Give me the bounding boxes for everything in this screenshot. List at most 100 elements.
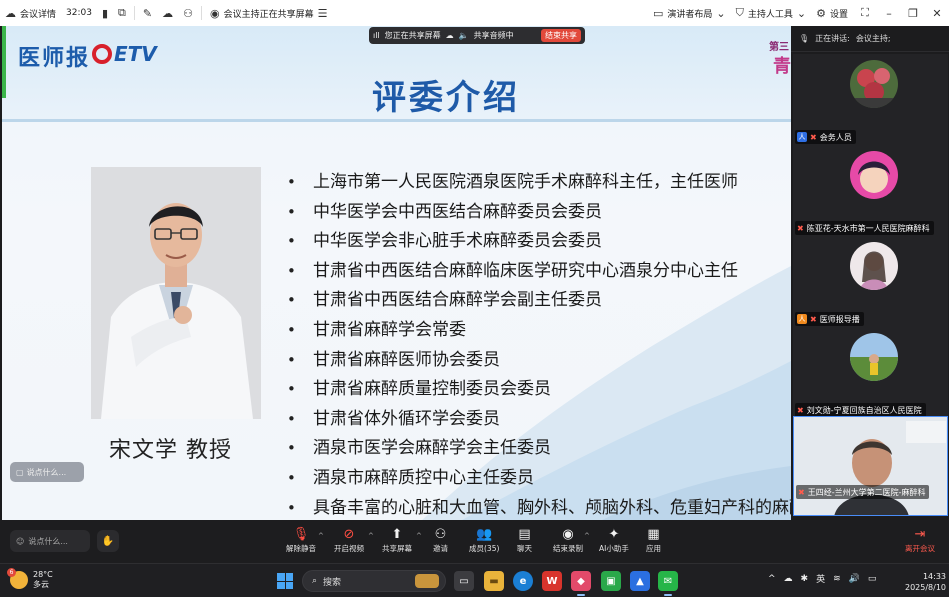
taskbar-search[interactable]: ⌕ 搜索 <box>302 570 446 592</box>
participant-label: 人 ✖ 医师报导播 <box>795 312 864 326</box>
fullscreen-icon[interactable]: ⛶ <box>853 6 877 20</box>
screen-share-bar: ıll 您正在共享屏幕 ☁ 🔈 共享音频中 结束共享 <box>369 27 585 44</box>
settings-label: 设置 <box>829 9 848 20</box>
apps-button[interactable]: ▦ 应用 <box>646 526 661 554</box>
meeting-duration: 32:03 <box>66 8 92 18</box>
battery-icon[interactable]: ▭ <box>868 574 877 584</box>
participant-tile[interactable]: 人 ✖ 会务人员 <box>793 54 948 146</box>
wechat-icon[interactable]: ✉ <box>658 571 678 596</box>
clock-time: 14:33 <box>922 572 947 581</box>
task-view-icon[interactable]: ▭ <box>454 571 474 591</box>
overlay-chat-input[interactable]: ▢ 说点什么... <box>10 462 84 482</box>
ai-assistant-button[interactable]: ✦ AI小助手 <box>599 526 629 554</box>
credential-item: 甘肃省中西医结合麻醉临床医学研究中心酒泉分中心主任 <box>287 257 791 287</box>
credential-item: 上海市第一人民医院酒泉医院手术麻醉科主任，主任医师 <box>287 168 791 198</box>
avatar <box>850 242 898 290</box>
raise-hand-button[interactable]: ✋ <box>97 530 119 552</box>
wps-icon[interactable]: W <box>542 571 562 591</box>
share-screen-button[interactable]: ⬆ 共享屏幕 <box>382 526 412 554</box>
record-icon: ◉ <box>562 527 574 542</box>
credential-item: 甘肃省麻醉医师协会委员 <box>287 346 791 376</box>
bluetooth-icon[interactable]: ✱ <box>801 574 809 584</box>
speaking-name: 会议主持; <box>855 34 891 43</box>
participant-label: 人 ✖ 会务人员 <box>795 130 856 144</box>
start-button[interactable] <box>277 573 293 589</box>
input-method[interactable]: 英 <box>816 572 825 585</box>
chat-placeholder: 说点什么... <box>28 536 68 546</box>
cloud-icon[interactable]: ☁ <box>446 31 454 40</box>
host-tools-button[interactable]: ⛉ 主持人工具 ⌄ <box>731 6 811 20</box>
meeting-details-label: 会议详情 <box>20 9 57 20</box>
leave-meeting-button[interactable]: ⇥ 离开会议 <box>905 526 935 554</box>
edge-browser-icon[interactable]: e <box>513 571 533 591</box>
chevron-up-icon[interactable]: ^ <box>318 532 324 540</box>
credential-item: 中华医学会非心脏手术麻醉委员会委员 <box>287 227 791 257</box>
clock[interactable]: 14:33 2025/8/10 <box>905 571 946 593</box>
participant-name: 会务人员 <box>819 132 852 142</box>
tool-label: 结束录制 <box>553 544 583 553</box>
chat-icon: ▤ <box>518 527 531 542</box>
external-window-icon[interactable]: ⧉ <box>113 6 131 20</box>
invite-button[interactable]: ⚇ 邀请 <box>433 526 448 554</box>
search-highlight-image <box>415 574 439 588</box>
cloud-icon[interactable]: ☁ <box>157 7 178 20</box>
participant-tile[interactable]: ✖ 陈亚花-天水市第一人民医院麻醉科 <box>793 145 948 237</box>
signal-icon[interactable]: ▮ <box>97 7 113 20</box>
slide-title: 评委介绍 <box>372 78 520 118</box>
close-icon[interactable]: ✕ <box>925 7 949 20</box>
tencent-meeting-icon[interactable]: ▲ <box>630 571 650 591</box>
judge-credentials-list: 上海市第一人民医院酒泉医院手术麻醉科主任，主任医师 中华医学会中西医结合麻醉委员… <box>287 168 791 520</box>
mic-off-icon: ✖ <box>810 314 817 324</box>
chevron-up-icon[interactable]: ^ <box>416 532 422 540</box>
volume-icon[interactable]: 🔊 <box>849 574 860 584</box>
presenter-layout-button[interactable]: ▭ 演讲者布局 ⌄ <box>648 7 731 20</box>
windows-taskbar: 6 28°C 多云 ⌕ 搜索 ▭ ▬ e W ◆ ▣ ▲ ✉ ^ ☁ ✱ 英 ≋… <box>0 563 949 597</box>
wifi-icon[interactable]: ≋ <box>833 574 841 584</box>
sharing-label: 您正在共享屏幕 <box>384 31 441 40</box>
ai-icon: ✦ <box>608 527 620 542</box>
file-explorer-icon[interactable]: ▬ <box>484 571 504 591</box>
temperature: 28°C <box>33 570 53 579</box>
chat-button[interactable]: ▤ 聊天 <box>517 526 532 554</box>
notification-badge: 6 <box>7 568 16 577</box>
chevron-up-icon[interactable]: ^ <box>368 532 374 540</box>
host-badge-icon: 人 <box>797 132 807 142</box>
active-video-tile[interactable]: ✖ 王四经-兰州大学第二医院-麻醉科 <box>793 416 948 516</box>
corner-tag: 第三 <box>769 42 789 53</box>
sharing-status: ◉ 会议主持正在共享屏幕 ☰ <box>205 7 333 20</box>
search-placeholder: 搜索 <box>323 577 342 588</box>
participant-tile[interactable]: ✖ 刘文勋-宁夏回族自治区人民医院 <box>793 327 948 419</box>
chevron-up-icon[interactable]: ^ <box>584 532 590 540</box>
mic-icon: 🎙 <box>799 34 810 43</box>
unmute-button[interactable]: 🎙 解除静音 <box>286 526 316 554</box>
layout-icon: ▭ <box>652 6 664 20</box>
meeting-details-button[interactable]: ☁ 会议详情 <box>0 7 61 20</box>
meeting-app-icon[interactable]: ▣ <box>601 571 621 591</box>
list-icon[interactable]: ☰ <box>318 7 328 20</box>
credential-item: 具备丰富的心脏和大血管、胸外科、颅脑外科、危重妇产科的麻醉管 <box>287 494 791 520</box>
settings-button[interactable]: ⚙ 设置 <box>811 7 853 20</box>
tool-label: 应用 <box>646 544 661 553</box>
end-recording-button[interactable]: ◉ 结束录制 <box>553 526 583 554</box>
chevron-up-icon[interactable]: ^ <box>768 574 776 584</box>
end-share-button[interactable]: 结束共享 <box>541 29 581 42</box>
annotate-icon[interactable]: ✎ <box>138 7 157 20</box>
host-tools-label: 主持人工具 <box>747 9 793 20</box>
clock-date: 2025/8/10 <box>905 583 947 592</box>
start-video-button[interactable]: ⊘ 开启视频 <box>334 526 364 554</box>
judge-name: 宋文学 教授 <box>109 438 232 463</box>
weather-widget[interactable]: 6 28°C 多云 <box>7 568 53 590</box>
members-button[interactable]: 👥 成员(35) <box>469 526 499 554</box>
chat-input[interactable]: ☺ 说点什么... <box>10 530 90 552</box>
cloud-sync-icon[interactable]: ☁ <box>784 574 793 584</box>
mic-off-icon: ✖ <box>797 223 804 233</box>
restore-icon[interactable]: ❐ <box>901 7 925 20</box>
gear-icon: ⚙ <box>816 6 826 20</box>
corner-tag-large: 青 <box>773 56 791 77</box>
participant-tile[interactable]: 人 ✖ 医师报导播 <box>793 236 948 328</box>
people-icon[interactable]: ⚇ <box>178 7 198 20</box>
participant-label: ✖ 王四经-兰州大学第二医院-麻醉科 <box>796 485 930 499</box>
minimize-icon[interactable]: – <box>877 7 901 20</box>
divider <box>200 6 202 20</box>
slides-app-icon[interactable]: ◆ <box>571 571 591 596</box>
